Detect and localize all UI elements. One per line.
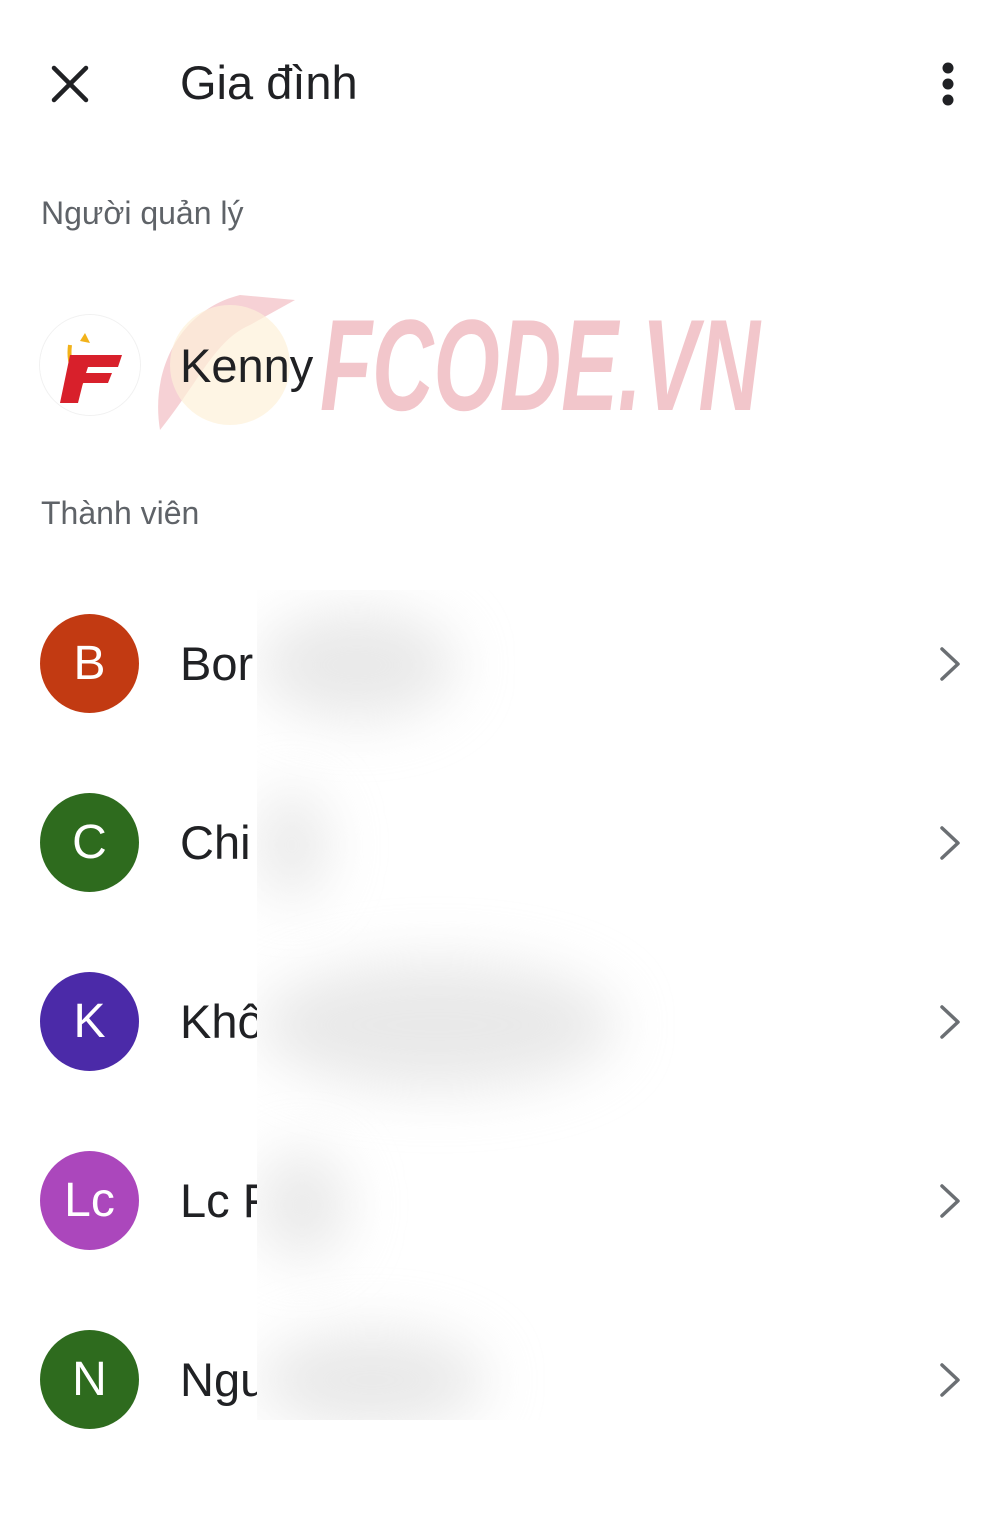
members-section-label: Thành viên (41, 495, 200, 531)
chevron-right-icon (930, 644, 970, 684)
member-avatar: N (40, 1330, 139, 1429)
chevron-right-icon (930, 1181, 970, 1221)
chevron-right-icon (930, 823, 970, 863)
chevron-right-icon (930, 1360, 970, 1400)
member-row-n[interactable]: N Ngu (0, 1310, 1000, 1450)
more-options-button[interactable] (918, 50, 978, 118)
chevron-right-icon (930, 1002, 970, 1042)
manager-section-label: Người quản lý (41, 195, 244, 231)
manager-row[interactable]: F Kenny (0, 305, 1000, 425)
member-avatar: K (40, 972, 139, 1071)
member-avatar: Lc (40, 1151, 139, 1250)
close-button[interactable] (36, 50, 104, 118)
top-app-bar: Gia đình (0, 0, 1000, 165)
member-avatar: C (40, 793, 139, 892)
fcode-logo-icon: F (40, 315, 140, 415)
page-title: Gia đình (180, 56, 358, 109)
member-name: Lc F (180, 1174, 272, 1227)
manager-name: Kenny (180, 339, 314, 392)
more-vert-icon (942, 62, 954, 106)
member-name: Khô (180, 995, 264, 1048)
member-name: Ngu (180, 1353, 267, 1406)
member-name: Chi (180, 816, 251, 869)
member-row-b[interactable]: B Bor (0, 594, 1000, 734)
member-avatar: B (40, 614, 139, 713)
close-icon (51, 65, 89, 103)
member-name: Bor (180, 637, 254, 690)
member-row-k[interactable]: K Khô (0, 952, 1000, 1092)
member-row-lc[interactable]: Lc Lc F (0, 1131, 1000, 1271)
member-row-c[interactable]: C Chi (0, 773, 1000, 913)
manager-avatar: F (40, 315, 140, 415)
